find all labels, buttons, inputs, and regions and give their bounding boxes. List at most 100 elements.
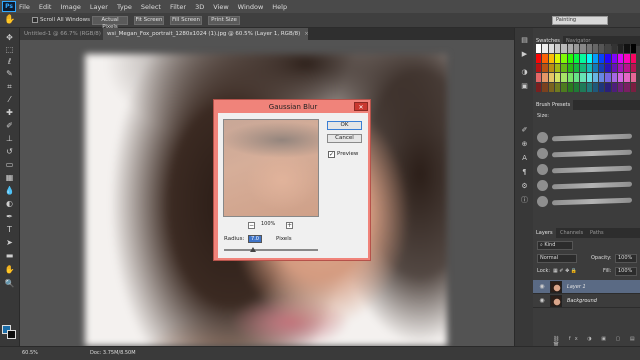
color-swatch[interactable] (580, 73, 586, 83)
color-swatch[interactable] (573, 63, 580, 73)
color-swatch[interactable] (573, 44, 580, 53)
path-select-icon[interactable]: ➤ (3, 237, 16, 248)
color-swatch[interactable] (542, 73, 548, 83)
color-swatch[interactable] (624, 44, 630, 53)
menu-select[interactable]: Select (141, 3, 161, 11)
color-swatch[interactable] (554, 53, 561, 63)
gradient-icon[interactable]: ▦ (3, 172, 16, 183)
color-swatch[interactable] (618, 44, 624, 53)
color-swatch[interactable] (573, 53, 580, 63)
color-swatch[interactable] (561, 53, 567, 63)
tab-untitled[interactable]: Untitled-1 @ 66.7% (RGB/8)× (20, 28, 103, 40)
workspace-select[interactable]: Painting (552, 16, 608, 25)
color-swatch[interactable] (536, 44, 542, 53)
color-swatch[interactable] (624, 63, 630, 73)
tab-paths[interactable]: Paths (587, 228, 607, 238)
color-swatch[interactable] (554, 73, 561, 83)
color-swatch[interactable] (618, 83, 624, 92)
color-swatch[interactable] (586, 63, 592, 73)
color-swatch[interactable] (567, 44, 573, 53)
cancel-button[interactable]: Cancel (327, 134, 362, 143)
zoom-status[interactable]: 60.5% (22, 350, 38, 356)
layer-row[interactable]: ◉ Background (533, 294, 640, 308)
dodge-icon[interactable]: ◐ (3, 198, 16, 209)
menu-edit[interactable]: Edit (39, 3, 52, 11)
brush-icon[interactable]: ✐ (3, 120, 16, 131)
menu-help[interactable]: Help (272, 3, 287, 11)
color-swatch[interactable] (580, 44, 586, 53)
color-swatch[interactable] (536, 73, 542, 83)
color-swatch[interactable] (561, 63, 567, 73)
color-swatch[interactable] (630, 44, 636, 53)
actions-panel-icon[interactable]: ▶ (519, 50, 530, 59)
styles-panel-icon[interactable]: ▣ (519, 82, 530, 91)
fill-screen-button[interactable]: Fill Screen (170, 16, 202, 25)
color-swatch[interactable] (542, 53, 548, 63)
fit-screen-button[interactable]: Fit Screen (134, 16, 164, 25)
healing-icon[interactable]: ✚ (3, 107, 16, 118)
brush-preset[interactable] (537, 131, 637, 145)
tab-layers[interactable]: Layers (533, 228, 556, 238)
clone-stamp-icon[interactable]: ⊥ (3, 133, 16, 144)
menu-window[interactable]: Window (238, 3, 264, 11)
color-swatch[interactable] (599, 83, 605, 92)
preview-checkbox[interactable]: ✓ (328, 151, 335, 158)
close-icon[interactable]: ✕ (354, 102, 368, 111)
ok-button[interactable]: OK (327, 121, 362, 130)
color-swatch[interactable] (542, 44, 548, 53)
close-icon[interactable]: × (304, 31, 308, 37)
lasso-icon[interactable]: ℓ (3, 56, 16, 67)
blend-mode-select[interactable]: Normal (537, 254, 577, 263)
color-swatch[interactable] (592, 83, 599, 92)
color-swatch[interactable] (554, 44, 561, 53)
crop-icon[interactable]: ⌗ (3, 81, 16, 92)
history-panel-icon[interactable]: ▤ (519, 36, 530, 45)
color-swatch[interactable] (611, 63, 618, 73)
color-swatch[interactable] (561, 44, 567, 53)
color-swatch[interactable] (586, 44, 592, 53)
menu-file[interactable]: File (19, 3, 30, 11)
brush-preset[interactable] (537, 163, 637, 177)
brush-panel-icon[interactable]: ✐ (519, 126, 530, 135)
color-swatch[interactable] (536, 53, 542, 63)
color-swatch[interactable] (624, 83, 630, 92)
history-brush-icon[interactable]: ↺ (3, 146, 16, 157)
hand-tool-icon[interactable]: ✋ (4, 15, 16, 26)
actual-pixels-button[interactable]: Actual Pixels (92, 16, 128, 30)
eyedropper-icon[interactable]: ⁄ (3, 94, 16, 105)
color-swatch[interactable] (554, 63, 561, 73)
color-swatch[interactable] (567, 83, 573, 92)
color-swatch[interactable] (605, 53, 611, 63)
color-swatch[interactable] (592, 63, 599, 73)
color-swatch[interactable] (542, 83, 548, 92)
color-swatch[interactable] (548, 73, 554, 83)
layer-row[interactable]: ◉ Layer 1 (533, 280, 640, 294)
color-swatch[interactable] (605, 83, 611, 92)
color-swatch[interactable] (611, 73, 618, 83)
shape-icon[interactable]: ▬ (3, 250, 16, 261)
color-swatch[interactable] (618, 73, 624, 83)
menu-3d[interactable]: 3D (195, 3, 204, 11)
filter-preview[interactable] (223, 119, 319, 217)
color-swatch[interactable] (580, 53, 586, 63)
clone-source-icon[interactable]: ⊕ (519, 140, 530, 149)
color-swatch[interactable] (599, 63, 605, 73)
color-swatch[interactable] (618, 63, 624, 73)
color-swatch[interactable] (630, 63, 636, 73)
tab-channels[interactable]: Channels (557, 228, 586, 238)
color-swatch[interactable] (536, 83, 542, 92)
color-swatch[interactable] (599, 44, 605, 53)
menu-view[interactable]: View (213, 3, 228, 11)
color-swatch[interactable] (624, 73, 630, 83)
lock-icons[interactable]: ▦ ✐ ✥ 🔒 (553, 268, 577, 274)
scroll-all-windows-checkbox[interactable] (32, 17, 38, 23)
color-swatch[interactable] (611, 44, 618, 53)
color-swatch[interactable] (573, 73, 580, 83)
opacity-input[interactable]: 100% (615, 254, 637, 263)
marquee-icon[interactable]: ⬚ (3, 44, 16, 55)
menu-image[interactable]: Image (60, 3, 80, 11)
eraser-icon[interactable]: ▭ (3, 159, 16, 170)
color-swatch[interactable] (554, 83, 561, 92)
color-swatch[interactable] (586, 53, 592, 63)
color-swatch[interactable] (580, 83, 586, 92)
